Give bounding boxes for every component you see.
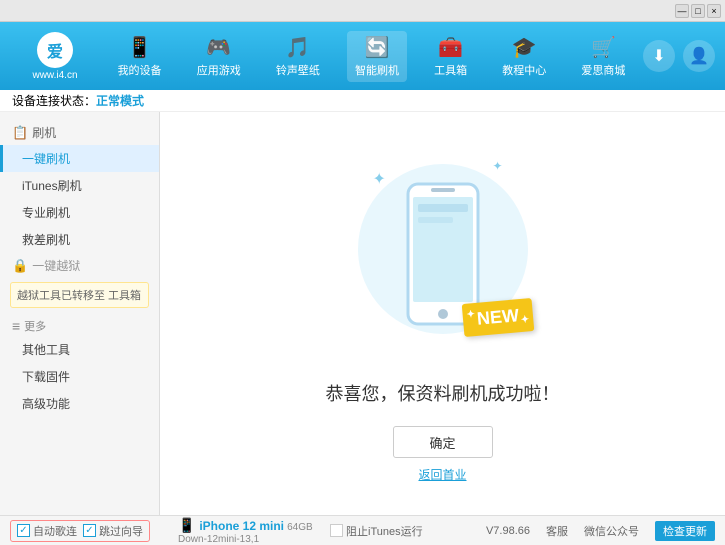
- sidebar-item-recovery-flash[interactable]: 救差刷机: [0, 226, 159, 253]
- nav-ringtones[interactable]: 🎵 铃声壁纸: [268, 31, 328, 82]
- nav-tutorial[interactable]: 🎓 教程中心: [494, 31, 554, 82]
- sidebar-item-itunes-flash[interactable]: iTunes刷机: [0, 172, 159, 199]
- nav-bar: 📱 我的设备 🎮 应用游戏 🎵 铃声壁纸 🔄 智能刷机 🧰 工具箱 🎓 教程中心…: [100, 31, 643, 82]
- title-bar: — □ ×: [0, 0, 725, 22]
- nav-store[interactable]: 🛒 爱思商城: [573, 31, 633, 82]
- jailbreak-label: 一键越狱: [32, 257, 80, 274]
- tutorial-label: 教程中心: [502, 62, 546, 78]
- nav-toolbox[interactable]: 🧰 工具箱: [426, 31, 475, 82]
- ringtones-icon: 🎵: [285, 35, 310, 60]
- status-label: 设备连接状态：: [12, 92, 96, 109]
- bottom-right: V7.98.66 客服 微信公众号 检查更新: [486, 521, 715, 541]
- auto-connect-checkbox[interactable]: ✓ 自动歌连: [17, 523, 77, 539]
- sidebar-item-advanced[interactable]: 高级功能: [0, 390, 159, 417]
- nav-my-device[interactable]: 📱 我的设备: [110, 31, 170, 82]
- sparkle-left: ✦: [373, 169, 386, 189]
- header: 爱 www.i4.cn 📱 我的设备 🎮 应用游戏 🎵 铃声壁纸 🔄 智能刷机 …: [0, 22, 725, 90]
- nav-smart-shop[interactable]: 🔄 智能刷机: [347, 31, 407, 82]
- auto-connect-check-icon: ✓: [17, 524, 30, 537]
- skip-wizard-checkbox[interactable]: ✓ 跳过向导: [83, 523, 143, 539]
- device-icon: 📱: [178, 517, 199, 533]
- customer-service-link[interactable]: 客服: [546, 523, 568, 539]
- user-btn[interactable]: 👤: [683, 40, 715, 72]
- status-value: 正常模式: [96, 92, 144, 109]
- flash-header-icon: 📋: [12, 125, 28, 141]
- my-device-icon: 📱: [127, 35, 152, 60]
- jailbreak-notice-text: 越狱工具已转移至 工具箱: [17, 290, 141, 302]
- status-bar: 设备连接状态： 正常模式: [0, 90, 725, 112]
- sidebar: 📋 刷机 一键刷机 iTunes刷机 专业刷机 救差刷机 🔒 一键越狱 越狱工具…: [0, 112, 160, 515]
- smart-shop-icon: 🔄: [365, 35, 390, 60]
- sidebar-item-download-firmware[interactable]: 下载固件: [0, 363, 159, 390]
- stop-itunes-label: 阻止iTunes运行: [346, 523, 423, 539]
- header-right: ⬇ 👤: [643, 40, 715, 72]
- toolbox-label: 工具箱: [434, 62, 467, 78]
- sidebar-item-other-tools[interactable]: 其他工具: [0, 336, 159, 363]
- device-name: iPhone 12 mini: [199, 519, 284, 533]
- maximize-btn[interactable]: □: [691, 4, 705, 18]
- apps-games-icon: 🎮: [206, 35, 231, 60]
- bottom-center: 阻止iTunes运行: [330, 523, 486, 539]
- jailbreak-notice: 越狱工具已转移至 工具箱: [10, 282, 149, 308]
- more-label: 更多: [24, 318, 46, 334]
- main-content: NEW ✦ ✦ 恭喜您，保资料刷机成功啦！ 确定 返回首业: [160, 112, 725, 515]
- bottom-bar: ✓ 自动歌连 ✓ 跳过向导 📱 iPhone 12 mini 64GB Down…: [0, 515, 725, 545]
- sidebar-jailbreak-header: 🔒 一键越狱: [0, 253, 159, 278]
- version-text: V7.98.66: [486, 525, 530, 537]
- auto-connect-label: 自动歌连: [33, 523, 77, 539]
- sparkle-right: ✦: [492, 159, 502, 173]
- confirm-button[interactable]: 确定: [393, 426, 493, 458]
- download-btn[interactable]: ⬇: [643, 40, 675, 72]
- skip-wizard-check-icon: ✓: [83, 524, 96, 537]
- apps-games-label: 应用游戏: [197, 62, 241, 78]
- sidebar-item-pro-flash[interactable]: 专业刷机: [0, 199, 159, 226]
- new-badge: NEW: [461, 298, 534, 337]
- logo-icon: 爱: [37, 32, 73, 68]
- device-firmware: Down-12mini-13,1: [178, 534, 322, 545]
- minimize-btn[interactable]: —: [675, 4, 689, 18]
- nav-apps-games[interactable]: 🎮 应用游戏: [189, 31, 249, 82]
- phone-illustration: NEW ✦ ✦: [353, 144, 533, 364]
- check-update-button[interactable]: 检查更新: [655, 521, 715, 541]
- more-divider: 更多: [0, 312, 159, 336]
- skip-wizard-label: 跳过向导: [99, 523, 143, 539]
- sidebar-item-one-click-flash[interactable]: 一键刷机: [0, 145, 159, 172]
- wechat-public-link[interactable]: 微信公众号: [584, 523, 639, 539]
- my-device-label: 我的设备: [118, 62, 162, 78]
- content-area: 📋 刷机 一键刷机 iTunes刷机 专业刷机 救差刷机 🔒 一键越狱 越狱工具…: [0, 112, 725, 515]
- device-storage: 64GB: [287, 522, 313, 533]
- flash-header-label: 刷机: [32, 124, 56, 141]
- store-label: 爱思商城: [581, 62, 625, 78]
- stop-itunes-check-icon: [330, 524, 343, 537]
- return-link[interactable]: 返回首业: [418, 466, 466, 483]
- logo-url: www.i4.cn: [32, 70, 77, 81]
- lock-icon: 🔒: [12, 258, 28, 274]
- sidebar-flash-header: 📋 刷机: [0, 120, 159, 145]
- device-info: 📱 iPhone 12 mini 64GB Down-12mini-13,1: [170, 517, 330, 545]
- success-text: 恭喜您，保资料刷机成功啦！: [326, 380, 560, 406]
- stop-itunes-area[interactable]: 阻止iTunes运行: [330, 523, 486, 539]
- ringtones-label: 铃声壁纸: [276, 62, 320, 78]
- tutorial-icon: 🎓: [512, 35, 537, 60]
- logo-area[interactable]: 爱 www.i4.cn: [10, 32, 100, 81]
- smart-shop-label: 智能刷机: [355, 62, 399, 78]
- close-btn[interactable]: ×: [707, 4, 721, 18]
- store-icon: 🛒: [591, 35, 616, 60]
- toolbox-icon: 🧰: [438, 35, 463, 60]
